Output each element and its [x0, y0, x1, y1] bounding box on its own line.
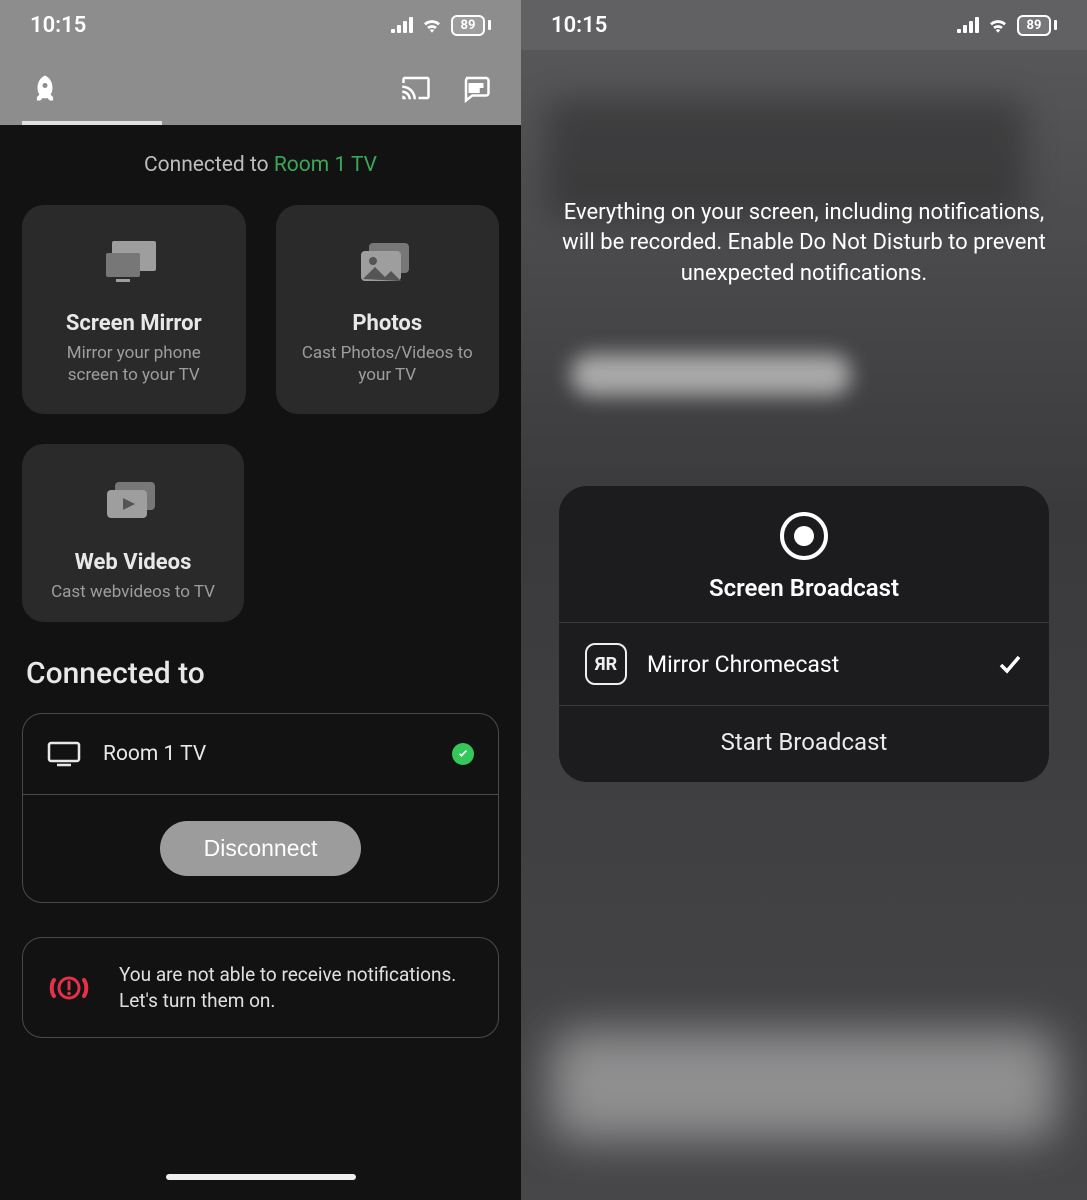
broadcast-title: Screen Broadcast	[559, 574, 1049, 602]
tile-title: Photos	[294, 311, 482, 336]
start-broadcast-button[interactable]: Start Broadcast	[559, 705, 1049, 782]
notification-text: You are not able to receive notification…	[119, 962, 474, 1013]
chat-icon[interactable]	[461, 73, 491, 103]
status-time: 10:15	[551, 13, 607, 38]
alert-icon	[47, 966, 91, 1010]
home-indicator[interactable]	[166, 1174, 356, 1180]
notification-permission-card[interactable]: You are not able to receive notification…	[22, 937, 499, 1038]
status-time: 10:15	[30, 13, 86, 38]
tile-photos[interactable]: Photos Cast Photos/Videos to your TV	[276, 205, 500, 414]
cellular-icon	[391, 17, 413, 33]
tile-title: Web Videos	[40, 550, 226, 575]
wifi-icon	[421, 14, 443, 36]
tile-web-videos[interactable]: Web Videos Cast webvideos to TV	[22, 444, 244, 622]
broadcast-app-name: Mirror Chromecast	[647, 651, 839, 678]
status-indicators: 89	[957, 14, 1057, 36]
rocket-icon[interactable]	[30, 73, 60, 103]
disconnect-button[interactable]: Disconnect	[160, 821, 362, 876]
broadcast-app-row[interactable]: ЯR Mirror Chromecast	[559, 622, 1049, 705]
battery-level: 89	[1017, 15, 1051, 36]
app-toolbar	[0, 50, 521, 125]
battery-level: 89	[451, 15, 485, 36]
screen-mirror-icon	[102, 237, 166, 293]
battery-indicator: 89	[1017, 15, 1057, 36]
status-indicators: 89	[391, 14, 491, 36]
section-heading-connected: Connected to	[26, 656, 499, 691]
tile-subtitle: Cast Photos/Videos to your TV	[294, 342, 482, 386]
screen-broadcast-card: Screen Broadcast ЯR Mirror Chromecast St…	[559, 486, 1049, 782]
cast-icon[interactable]	[401, 73, 431, 103]
tv-icon	[47, 740, 81, 768]
connected-device-card: Room 1 TV Disconnect	[22, 713, 499, 903]
tile-subtitle: Cast webvideos to TV	[40, 581, 226, 603]
checkmark-icon	[997, 651, 1023, 677]
record-icon[interactable]	[780, 512, 828, 560]
tile-title: Screen Mirror	[40, 311, 228, 336]
right-phone: 10:15 89 Everything on your screen, incl…	[521, 0, 1087, 1200]
web-videos-icon	[101, 476, 165, 532]
wifi-icon	[987, 14, 1009, 36]
tile-subtitle: Mirror your phone screen to your TV	[40, 342, 228, 386]
tile-screen-mirror[interactable]: Screen Mirror Mirror your phone screen t…	[22, 205, 246, 414]
connected-device-name: Room 1 TV	[103, 742, 206, 766]
photos-icon	[355, 237, 419, 293]
left-phone: 10:15 89 Connected to Room 1 TV Screen M…	[0, 0, 521, 1200]
status-connected-icon	[452, 743, 474, 765]
status-bar: 10:15 89	[521, 0, 1087, 50]
broadcast-app-icon: ЯR	[585, 643, 627, 685]
battery-indicator: 89	[451, 15, 491, 36]
connected-device-row[interactable]: Room 1 TV	[23, 714, 498, 795]
status-bar: 10:15 89	[0, 0, 521, 50]
blurred-bottom-region	[551, 1030, 1057, 1140]
blurred-pill	[571, 354, 851, 396]
tab-indicator	[22, 121, 162, 125]
connected-device-name-inline: Room 1 TV	[274, 153, 377, 177]
broadcast-warning-text: Everything on your screen, including not…	[561, 198, 1047, 289]
connection-status-line: Connected to Room 1 TV	[22, 153, 499, 177]
cellular-icon	[957, 17, 979, 33]
